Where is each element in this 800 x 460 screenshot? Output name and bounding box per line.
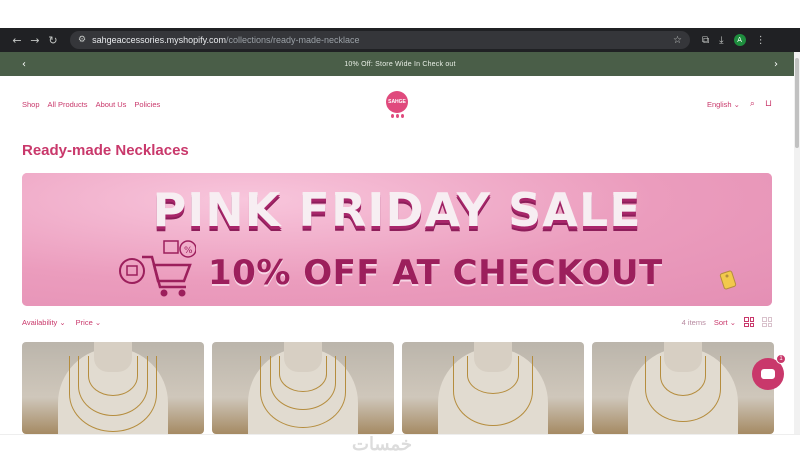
product-count: 4 items	[681, 317, 706, 327]
product-card[interactable]	[212, 342, 394, 434]
page-title: Ready-made Necklaces	[22, 142, 189, 159]
extensions-icon[interactable]: ⧉	[702, 35, 709, 46]
product-card[interactable]	[402, 342, 584, 434]
site-info-icon[interactable]: ⚙	[78, 35, 86, 45]
forward-icon[interactable]: →	[26, 34, 44, 47]
product-card[interactable]	[22, 342, 204, 434]
chat-bubble-icon	[761, 369, 775, 379]
window-top	[0, 0, 800, 28]
profile-avatar[interactable]: A	[733, 34, 746, 46]
menu-item-shop[interactable]: Shop	[22, 100, 40, 109]
header-actions: English ⌄ ⌕ ⊔	[707, 99, 772, 109]
search-icon[interactable]: ⌕	[750, 99, 755, 109]
banner-headline: PINK FRIDAY SALE	[152, 183, 642, 237]
back-icon[interactable]: ←	[8, 34, 26, 47]
svg-text:%: %	[184, 246, 193, 256]
store-logo[interactable]: SAHGE	[386, 91, 408, 119]
price-filter[interactable]: Price ⌄	[76, 318, 101, 327]
logo-drops	[386, 114, 408, 118]
menu-kebab-icon[interactable]: ⋮	[756, 35, 766, 46]
browser-toolbar: ← → ↻ ⚙ sahgeaccessories.myshopify.com/c…	[0, 28, 800, 52]
scrollbar-thumb[interactable]	[795, 58, 799, 148]
menu-item-about-us[interactable]: About Us	[96, 100, 127, 109]
availability-filter[interactable]: Availability ⌄	[22, 318, 66, 327]
download-icon[interactable]: ⤓	[719, 35, 723, 46]
language-selector[interactable]: English ⌄	[707, 100, 740, 109]
shopping-cart-icon: %	[119, 240, 196, 297]
announcement-next-icon[interactable]: ›	[774, 59, 778, 70]
filter-actions: 4 items Sort ⌄	[682, 317, 772, 327]
grid-view-large-icon[interactable]	[744, 317, 754, 327]
announcement-message: 10% Off: Store Wide In Check out	[344, 60, 456, 68]
bookmark-star-icon[interactable]: ☆	[673, 35, 682, 46]
page-scrollbar[interactable]	[794, 52, 800, 434]
banner-subheadline: 10% OFF AT CHECKOUT	[208, 253, 663, 293]
cart-icon[interactable]: ⊔	[765, 99, 772, 109]
watermark: خمسات	[352, 434, 413, 454]
sort-dropdown[interactable]: Sort ⌄	[714, 318, 736, 327]
filter-bar: Availability ⌄ Price ⌄ 4 items Sort ⌄	[22, 316, 772, 328]
menu-item-all-products[interactable]: All Products	[48, 100, 88, 109]
product-card[interactable]	[592, 342, 774, 434]
announcement-bar: ‹ 10% Off: Store Wide In Check out ›	[0, 52, 800, 76]
announcement-prev-icon[interactable]: ‹	[22, 59, 26, 70]
logo-text: SAHGE	[386, 91, 408, 113]
menu-item-policies[interactable]: Policies	[134, 100, 160, 109]
chat-notification-badge: 1	[776, 354, 786, 364]
main-menu: Shop All Products About Us Policies	[22, 100, 160, 109]
url-text: sahgeaccessories.myshopify.com/collectio…	[92, 35, 360, 45]
price-tag-icon	[719, 270, 737, 290]
reload-icon[interactable]: ↻	[44, 34, 62, 47]
grid-view-small-icon[interactable]	[762, 317, 772, 327]
promo-banner[interactable]: PINK FRIDAY SALE % 10% OFF AT CHECKOUT	[22, 173, 772, 306]
address-bar[interactable]: ⚙ sahgeaccessories.myshopify.com/collect…	[70, 31, 690, 49]
product-grid	[22, 342, 774, 434]
site-header: Shop All Products About Us Policies SAHG…	[0, 76, 794, 132]
